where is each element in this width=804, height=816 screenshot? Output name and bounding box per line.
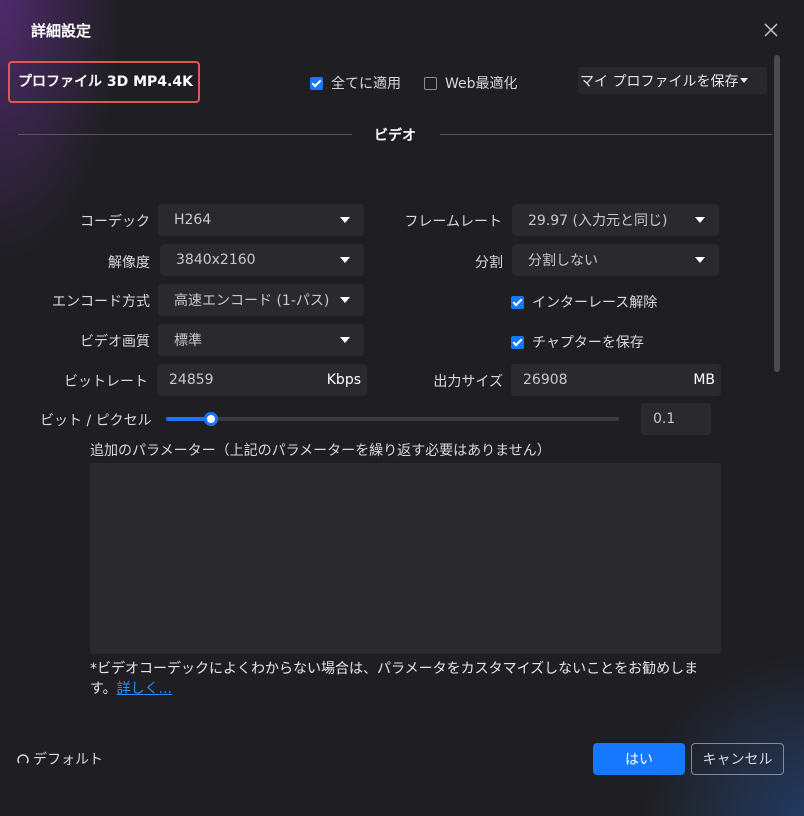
dropdown-arrow-icon bbox=[340, 257, 350, 263]
reset-default-label: デフォルト bbox=[33, 752, 103, 768]
bitrate-label: ビットレート bbox=[64, 374, 148, 390]
save-profile-dropdown[interactable]: マイ プロファイルを保存 bbox=[578, 67, 767, 94]
keep-chapters-checkbox[interactable]: チャプターを保存 bbox=[511, 332, 644, 352]
deinterlace-checkbox[interactable]: インターレース解除 bbox=[511, 292, 657, 312]
caret-down-icon bbox=[740, 78, 749, 83]
output-size-label: 出力サイズ bbox=[433, 374, 503, 390]
dropdown-arrow-icon bbox=[695, 217, 705, 223]
split-select[interactable]: 分割しない bbox=[512, 244, 719, 276]
checkbox-checked-icon bbox=[511, 335, 524, 349]
dropdown-arrow-icon bbox=[340, 337, 350, 343]
codec-select[interactable]: H264 bbox=[158, 204, 364, 236]
save-profile-label: マイ プロファイルを保存 bbox=[580, 73, 739, 90]
dropdown-arrow-icon bbox=[340, 217, 350, 223]
extra-params-textarea[interactable] bbox=[90, 463, 721, 654]
resolution-label: 解像度 bbox=[108, 255, 150, 271]
yes-button[interactable]: はい bbox=[593, 743, 685, 775]
section-title-video: ビデオ bbox=[374, 128, 416, 144]
reset-default-button[interactable]: デフォルト bbox=[16, 749, 103, 769]
bitrate-unit: Kbps bbox=[326, 372, 361, 388]
split-label: 分割 bbox=[475, 255, 503, 271]
video-quality-select[interactable]: 標準 bbox=[158, 324, 364, 356]
bitrate-value: 24859 bbox=[169, 372, 214, 388]
encode-mode-value: 高速エンコード (1-パス) bbox=[174, 293, 330, 309]
section-divider-left bbox=[18, 134, 352, 135]
scrollbar-thumb[interactable] bbox=[774, 55, 780, 372]
resolution-value: 3840x2160 bbox=[176, 252, 256, 268]
apply-all-label: 全てに適用 bbox=[331, 76, 401, 92]
encode-mode-select[interactable]: 高速エンコード (1-パス) bbox=[158, 284, 364, 316]
split-value: 分割しない bbox=[528, 253, 598, 269]
video-quality-value: 標準 bbox=[174, 333, 202, 349]
codec-value: H264 bbox=[174, 212, 212, 228]
dialog-title: 詳細設定 bbox=[31, 22, 92, 40]
checkbox-checked-icon bbox=[310, 76, 323, 90]
slider-thumb[interactable] bbox=[204, 412, 219, 426]
cancel-button[interactable]: キャンセル bbox=[691, 743, 784, 775]
checkbox-unchecked-icon bbox=[424, 76, 437, 90]
bits-per-pixel-slider[interactable] bbox=[166, 412, 619, 426]
apply-all-checkbox[interactable]: 全てに適用 bbox=[310, 73, 401, 93]
profile-name: プロファイル 3D MP4.4K bbox=[18, 74, 193, 90]
framerate-value: 29.97 (入力元と同じ) bbox=[528, 213, 668, 229]
close-button[interactable] bbox=[760, 19, 782, 41]
framerate-select[interactable]: 29.97 (入力元と同じ) bbox=[512, 204, 719, 236]
encode-mode-label: エンコード方式 bbox=[52, 294, 150, 310]
extra-params-label: 追加のパラメーター（上記のパラメーターを繰り返す必要はありません） bbox=[90, 443, 551, 459]
resolution-select[interactable]: 3840x2160 bbox=[160, 244, 364, 276]
dropdown-arrow-icon bbox=[340, 297, 350, 303]
web-optimize-label: Web最適化 bbox=[445, 76, 518, 92]
bits-per-pixel-label: ビット / ピクセル bbox=[40, 413, 152, 429]
codec-advice-text: *ビデオコーデックによくわからない場合は、パラメータをカスタマイズしないことをお… bbox=[90, 661, 699, 697]
reset-icon bbox=[17, 754, 29, 764]
bitrate-input[interactable]: 24859 Kbps bbox=[157, 364, 367, 396]
advanced-settings-dialog: 詳細設定 プロファイル 3D MP4.4K 全てに適用 Web最適化 マイ プロ… bbox=[0, 0, 804, 816]
bits-per-pixel-input[interactable]: 0.1 bbox=[641, 403, 711, 435]
codec-advice-note: *ビデオコーデックによくわからない場合は、パラメータをカスタマイズしないことをお… bbox=[90, 659, 710, 699]
bits-per-pixel-value: 0.1 bbox=[653, 411, 676, 427]
framerate-label: フレームレート bbox=[404, 214, 502, 230]
video-quality-label: ビデオ画質 bbox=[80, 334, 150, 350]
learn-more-link[interactable]: 詳しく... bbox=[117, 681, 172, 697]
section-divider-right bbox=[440, 134, 772, 135]
output-size-value: 26908 bbox=[523, 372, 568, 388]
checkbox-checked-icon bbox=[511, 295, 524, 309]
output-size-input[interactable]: 26908 MB bbox=[511, 364, 721, 396]
codec-label: コーデック bbox=[80, 214, 150, 230]
close-icon bbox=[764, 23, 778, 37]
web-optimize-checkbox[interactable]: Web最適化 bbox=[424, 73, 518, 93]
deinterlace-label: インターレース解除 bbox=[532, 295, 658, 311]
dropdown-arrow-icon bbox=[695, 257, 705, 263]
output-size-unit: MB bbox=[693, 372, 715, 388]
keep-chapters-label: チャプターを保存 bbox=[532, 335, 644, 351]
